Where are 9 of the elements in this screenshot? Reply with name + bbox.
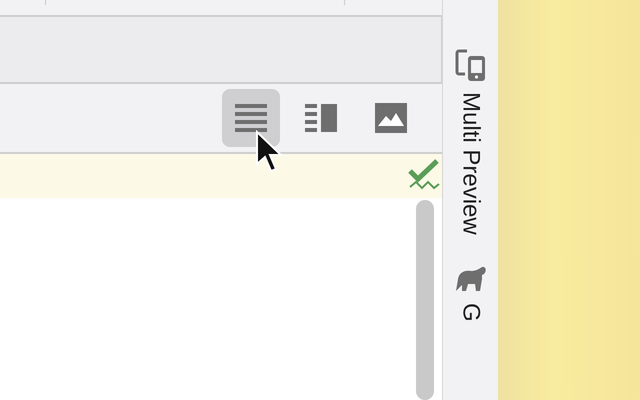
devices-icon <box>454 48 486 82</box>
scrollbar[interactable] <box>416 200 434 400</box>
image-icon <box>374 102 408 134</box>
lines-icon <box>234 102 268 133</box>
elephant-icon <box>454 264 488 293</box>
tool-window-tab[interactable]: Multi Preview <box>454 48 486 235</box>
cursor-icon <box>254 130 286 174</box>
split-view-icon <box>304 102 338 133</box>
tool-window-tab[interactable]: G <box>454 264 488 322</box>
